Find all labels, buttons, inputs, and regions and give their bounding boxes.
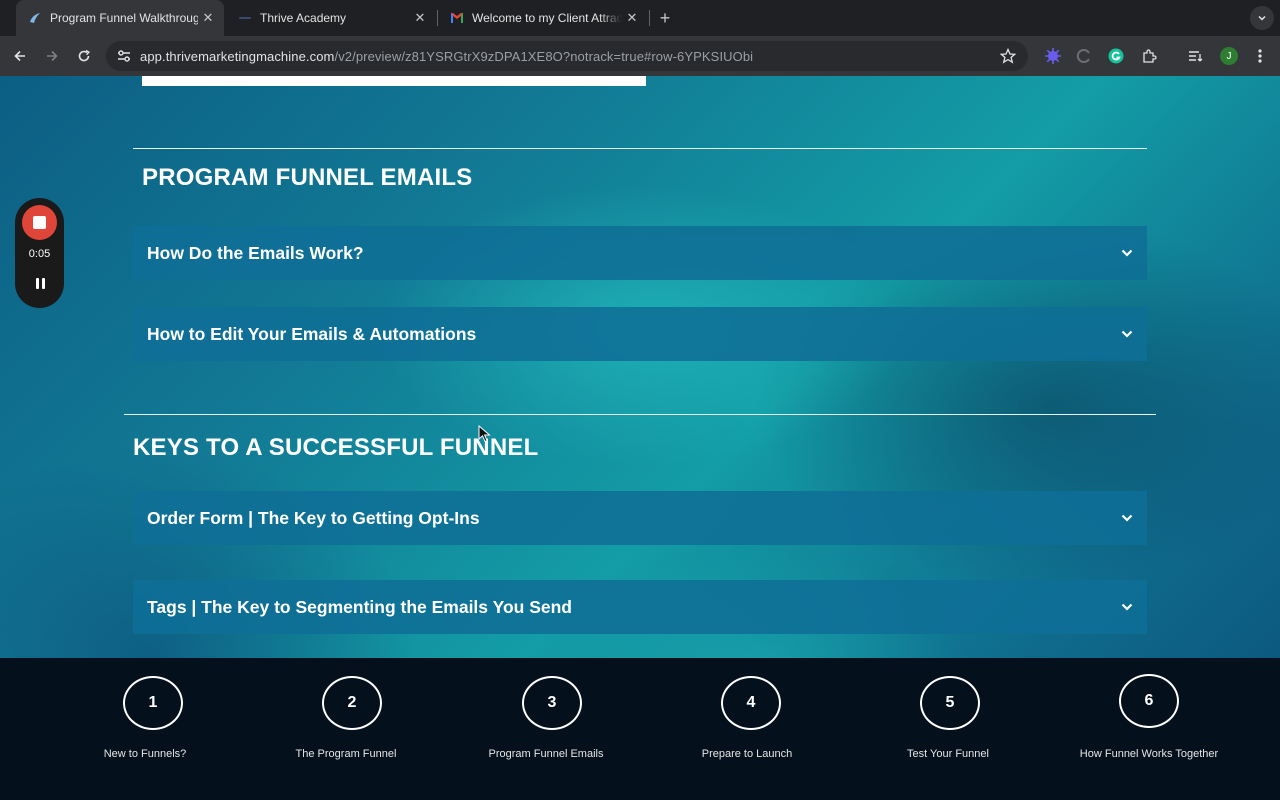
thrive-favicon-icon [28,11,42,25]
extension-purple-icon[interactable] [1043,46,1063,66]
step-number: 6 [1119,674,1179,728]
section-divider [133,148,1147,149]
step-label: Prepare to Launch [701,748,793,760]
step-number: 3 [522,676,582,730]
profile-avatar[interactable]: J [1220,47,1238,65]
browser-toolbar: app.thrivemarketingmachine.com/v2/previe… [0,36,1280,76]
chevron-down-icon [1119,245,1135,261]
tab-title: Thrive Academy [260,11,347,25]
accordion-label: How Do the Emails Work? [147,242,364,263]
mouse-cursor-icon [478,425,491,443]
step-number: 5 [920,676,980,730]
accordion-label: How to Edit Your Emails & Automations [147,323,477,344]
tab-thrive-academy[interactable]: Thrive Academy ✕ [226,0,436,36]
accordion-tags-segmenting[interactable]: Tags | The Key to Segmenting the Emails … [133,580,1147,634]
tab-program-funnel-walkthrough[interactable]: Program Funnel Walkthrough ✕ [16,0,224,36]
url-host: app.thrivemarketingmachine.com [140,48,335,64]
step-label: Program Funnel Emails [488,748,604,760]
recording-timer: 0:05 [28,248,51,260]
arrow-left-icon [14,50,25,62]
url-text: app.thrivemarketingmachine.com/v2/previe… [140,49,753,64]
bookmark-star-icon[interactable] [999,47,1017,64]
step-number: 4 [721,676,781,730]
tab-separator [649,10,650,26]
pause-recording-button[interactable] [32,275,48,291]
tab-title: Welcome to my Client Attract [472,11,622,25]
grammarly-icon[interactable] [1106,46,1126,66]
step-number: 1 [123,676,183,730]
pause-icon [35,277,39,289]
chevron-down-icon [1258,15,1266,21]
gmail-icon [450,11,464,25]
tab-search-button[interactable] [1250,6,1274,30]
section-title-program-funnel-emails: PROGRAM FUNNEL EMAILS [142,164,473,191]
accordion-label: Tags | The Key to Segmenting the Emails … [147,596,572,617]
accordion-label: Order Form | The Key to Getting Opt-Ins [147,507,480,528]
extensions-puzzle-icon[interactable] [1139,46,1159,66]
chevron-down-icon [1119,510,1135,526]
white-card-bottom-edge [142,76,646,86]
address-bar[interactable]: app.thrivemarketingmachine.com/v2/previe… [106,41,1028,71]
step-label: Test Your Funnel [907,748,989,760]
tab-welcome-client-attract[interactable]: Welcome to my Client Attract ✕ [438,0,648,36]
step-label: How Funnel Works Together [1079,748,1219,760]
close-tab-icon[interactable]: ✕ [198,8,218,28]
step-label: New to Funnels? [103,748,187,760]
forward-button[interactable] [40,44,64,68]
reload-button[interactable] [72,44,96,68]
stop-icon [33,216,46,229]
site-settings-icon[interactable] [116,48,132,64]
screen-recorder-widget: 0:05 [15,198,64,308]
step-label: The Program Funnel [295,748,397,760]
tab-strip: Program Funnel Walkthrough ✕ Thrive Acad… [0,0,1280,36]
thrive-academy-favicon-icon [238,11,252,25]
arrow-right-icon [47,50,58,62]
back-button[interactable] [8,44,32,68]
page-viewport: PROGRAM FUNNEL EMAILS How Do the Emails … [0,76,1280,800]
chevron-down-icon [1119,599,1135,615]
accordion-edit-emails-automations[interactable]: How to Edit Your Emails & Automations [133,307,1147,361]
url-path: /v2/preview/z81YSRGtrX9zDPA1XE8O?notrack… [334,48,754,64]
stop-recording-button[interactable] [22,205,57,240]
step-number: 2 [322,676,382,730]
more-menu-icon[interactable] [1250,46,1270,66]
accordion-how-emails-work[interactable]: How Do the Emails Work? [133,226,1147,280]
new-tab-button[interactable]: + [655,8,675,28]
steps-navigation: 1 New to Funnels? 2 The Program Funnel 3… [0,658,1280,800]
reading-list-icon[interactable] [1186,46,1206,66]
pause-icon [41,277,45,289]
close-tab-icon[interactable]: ✕ [410,8,430,28]
close-tab-icon[interactable]: ✕ [622,8,642,28]
extension-loader-icon[interactable] [1074,46,1094,66]
accordion-order-form[interactable]: Order Form | The Key to Getting Opt-Ins [133,491,1147,545]
reload-icon [78,49,90,62]
section-divider [124,414,1156,415]
chevron-down-icon [1119,326,1135,342]
tab-title: Program Funnel Walkthrough [50,11,198,25]
